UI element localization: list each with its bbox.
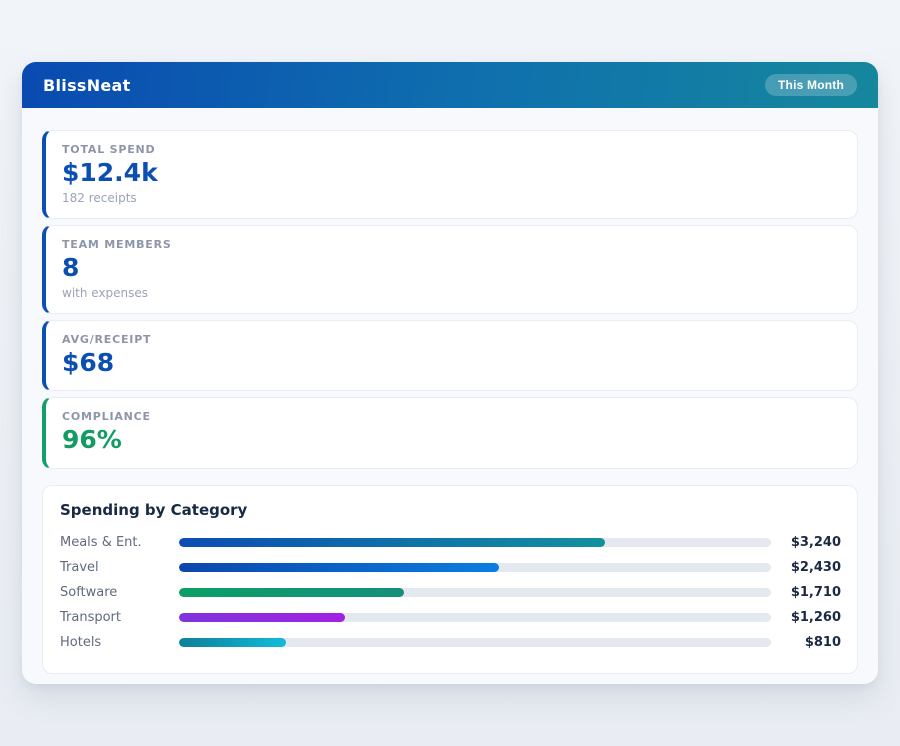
- bar-track: [179, 588, 771, 597]
- bar-fill: [179, 613, 345, 622]
- stats-list: TOTAL SPEND $12.4k 182 receipts TEAM MEM…: [42, 130, 858, 469]
- app-container: BlissNeat This Month TOTAL SPEND $12.4k …: [22, 62, 878, 684]
- stat-label: COMPLIANCE: [62, 410, 841, 423]
- app-title: BlissNeat: [43, 76, 131, 95]
- category-label: Software: [60, 585, 179, 600]
- stat-value: 8: [62, 254, 841, 283]
- stat-card-total-spend: TOTAL SPEND $12.4k 182 receipts: [42, 130, 858, 219]
- bar-fill: [179, 588, 404, 597]
- category-value: $1,710: [771, 585, 841, 600]
- spending-by-category-card: Spending by Category Meals & Ent. $3,240…: [42, 485, 858, 674]
- bar-track: [179, 638, 771, 647]
- category-value: $2,430: [771, 560, 841, 575]
- chart-rows: Meals & Ent. $3,240 Travel $2,430 Softwa…: [60, 530, 841, 655]
- bar-track: [179, 538, 771, 547]
- category-label: Meals & Ent.: [60, 535, 179, 550]
- stat-label: TEAM MEMBERS: [62, 238, 841, 251]
- bar-fill: [179, 563, 499, 572]
- chart-title: Spending by Category: [60, 501, 841, 519]
- app-header: BlissNeat This Month: [22, 62, 878, 108]
- chart-row-meals: Meals & Ent. $3,240: [60, 530, 841, 555]
- bar-track: [179, 613, 771, 622]
- chart-row-hotels: Hotels $810: [60, 630, 841, 655]
- page: BlissNeat This Month TOTAL SPEND $12.4k …: [0, 0, 900, 746]
- category-value: $3,240: [771, 535, 841, 550]
- chart-row-transport: Transport $1,260: [60, 605, 841, 630]
- stat-subtext: 182 receipts: [62, 191, 841, 205]
- stat-value: $12.4k: [62, 159, 841, 188]
- stat-label: AVG/RECEIPT: [62, 333, 841, 346]
- app-body: TOTAL SPEND $12.4k 182 receipts TEAM MEM…: [22, 108, 878, 684]
- stat-subtext: with expenses: [62, 286, 841, 300]
- stat-card-team-members: TEAM MEMBERS 8 with expenses: [42, 225, 858, 314]
- stat-card-avg-receipt: AVG/RECEIPT $68: [42, 320, 858, 392]
- category-label: Transport: [60, 610, 179, 625]
- chart-row-travel: Travel $2,430: [60, 555, 841, 580]
- stat-card-compliance: COMPLIANCE 96%: [42, 397, 858, 469]
- stat-value: $68: [62, 349, 841, 378]
- stat-label: TOTAL SPEND: [62, 143, 841, 156]
- bar-fill: [179, 638, 286, 647]
- category-label: Travel: [60, 560, 179, 575]
- chart-row-software: Software $1,710: [60, 580, 841, 605]
- category-label: Hotels: [60, 635, 179, 650]
- period-badge[interactable]: This Month: [765, 74, 857, 96]
- bar-fill: [179, 538, 605, 547]
- stat-value: 96%: [62, 426, 841, 455]
- category-value: $810: [771, 635, 841, 650]
- category-value: $1,260: [771, 610, 841, 625]
- bar-track: [179, 563, 771, 572]
